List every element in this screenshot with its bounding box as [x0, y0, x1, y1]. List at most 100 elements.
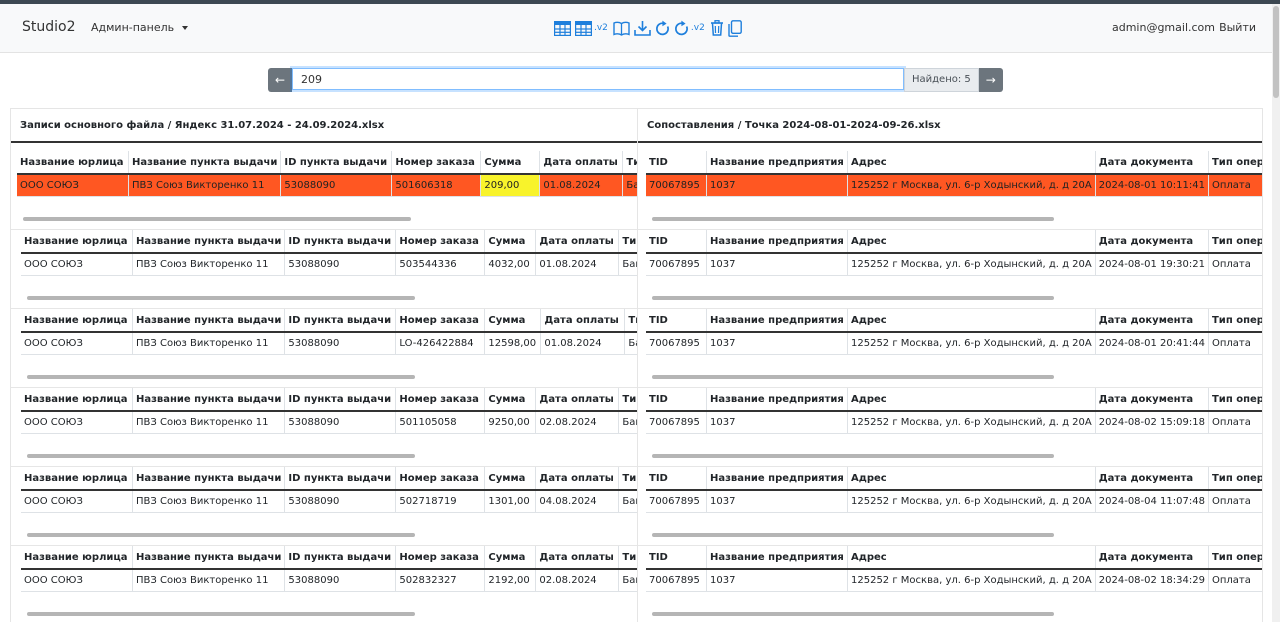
column-header[interactable]: Тип оплат [618, 388, 637, 412]
column-header[interactable]: Тип операции [1207, 467, 1262, 491]
horizontal-scrollbar[interactable] [23, 217, 411, 221]
column-header[interactable]: Номер заказа [395, 230, 485, 254]
column-header[interactable]: Название предприятия [706, 467, 848, 491]
brand-logo[interactable]: Studio2 [22, 19, 76, 35]
horizontal-scrollbar[interactable] [27, 533, 415, 537]
column-header[interactable]: Название пункта выдачи [131, 388, 285, 412]
column-header[interactable]: Сумма [484, 467, 536, 491]
table-row[interactable]: ООО СОЮЗ ПВЗ Союз Викторенко 11 53088090 50… [21, 253, 637, 276]
prev-result-button[interactable]: ← [268, 68, 292, 92]
column-header[interactable]: Дата оплаты [535, 467, 619, 491]
column-header[interactable]: Адрес [847, 230, 1096, 254]
column-header[interactable]: Название юрлица [21, 309, 133, 333]
column-header[interactable]: Сумма [484, 388, 536, 412]
column-header[interactable]: ID пункта выдачи [284, 230, 396, 254]
horizontal-scrollbar[interactable] [27, 454, 415, 458]
column-header[interactable]: Сумма [484, 546, 536, 570]
column-header[interactable]: Дата документа [1094, 151, 1209, 175]
page-scrollbar-thumb[interactable] [1273, 6, 1279, 98]
column-header[interactable]: Название юрлица [21, 230, 133, 254]
column-header[interactable]: ID пункта выдачи [284, 309, 396, 333]
table-row[interactable]: ООО СОЮЗ ПВЗ Союз Викторенко 11 53088090 50… [21, 490, 637, 513]
column-header[interactable]: Сумма [480, 151, 540, 175]
column-header[interactable]: Дата оплаты [539, 151, 623, 175]
table-row[interactable]: ООО СОЮЗ ПВЗ Союз Викторенко 11 53088090 50… [21, 411, 637, 434]
column-header[interactable]: Номер заказа [395, 467, 485, 491]
column-header[interactable]: Тип операции [1207, 230, 1262, 254]
horizontal-scrollbar[interactable] [652, 454, 1054, 458]
column-header[interactable]: Название пункта выдачи [131, 230, 285, 254]
column-header[interactable]: Дата оплаты [540, 309, 625, 333]
trash-icon[interactable] [710, 20, 724, 36]
column-header[interactable]: Номер заказа [395, 546, 485, 570]
refresh-icon[interactable] [655, 20, 670, 36]
table-row[interactable]: ООО СОЮЗ ПВЗ Союз Викторенко 11 53088090 50… [21, 569, 637, 592]
column-header[interactable]: Дата документа [1094, 309, 1209, 333]
column-header[interactable]: TID [646, 467, 707, 491]
column-header[interactable]: TID [646, 388, 707, 412]
column-header[interactable]: Дата оплаты [535, 230, 619, 254]
column-header[interactable]: Номер заказа [395, 309, 485, 333]
column-header[interactable]: Название юрлица [21, 467, 133, 491]
column-header[interactable]: Название пункта выдачи [131, 309, 285, 333]
column-header[interactable]: TID [646, 151, 707, 175]
page-scrollbar[interactable] [1272, 4, 1280, 622]
column-header[interactable]: Адрес [847, 151, 1096, 175]
table-v2-icon[interactable] [575, 20, 592, 36]
column-header[interactable]: Тип оплат [618, 467, 637, 491]
search-input[interactable]: 209 [292, 68, 904, 90]
column-header[interactable]: Тип операции [1207, 546, 1262, 570]
column-header[interactable]: Дата документа [1094, 546, 1209, 570]
download-icon[interactable] [634, 20, 651, 36]
column-header[interactable]: Дата оплаты [535, 546, 619, 570]
column-header[interactable]: Название юрлица [21, 388, 133, 412]
column-header[interactable]: Тип операции [1207, 309, 1262, 333]
column-header[interactable]: Сумма [484, 230, 536, 254]
column-header[interactable]: Дата документа [1094, 230, 1209, 254]
horizontal-scrollbar[interactable] [27, 612, 415, 616]
column-header[interactable]: Название пункта выдачи [127, 151, 281, 175]
column-header[interactable]: Название юрлица [17, 151, 129, 175]
column-header[interactable]: TID [646, 230, 707, 254]
column-header[interactable]: Адрес [847, 388, 1096, 412]
column-header[interactable]: Название пункта выдачи [131, 467, 285, 491]
horizontal-scrollbar[interactable] [652, 217, 1054, 221]
column-header[interactable]: Адрес [847, 467, 1096, 491]
next-result-button[interactable]: → [978, 68, 1003, 92]
column-header[interactable]: Сумма [484, 309, 541, 333]
book-icon[interactable] [613, 21, 630, 36]
column-header[interactable]: Дата оплаты [535, 388, 619, 412]
column-header[interactable]: Название пункта выдачи [131, 546, 285, 570]
admin-panel-dropdown[interactable]: Админ-панель [91, 21, 189, 34]
column-header[interactable]: TID [646, 309, 707, 333]
column-header[interactable]: Номер заказа [391, 151, 481, 175]
logout-link[interactable]: Выйти [1219, 21, 1256, 34]
column-header[interactable]: ID пункта выдачи [280, 151, 392, 175]
table-row[interactable]: 70067895 1037 125252 г Москва, ул. 6-р Ход… [646, 253, 1262, 276]
column-header[interactable]: Тип оплат [618, 230, 637, 254]
column-header[interactable]: TID [646, 546, 707, 570]
column-header[interactable]: ID пункта выдачи [284, 546, 396, 570]
highlighted-table-row[interactable]: 70067895 1037 125252 г Москва, ул. 6-р Ход… [646, 174, 1262, 197]
column-header[interactable]: Тип оплат [618, 546, 637, 570]
column-header[interactable]: Дата документа [1094, 467, 1209, 491]
horizontal-scrollbar[interactable] [652, 533, 1054, 537]
column-header[interactable]: Название предприятия [706, 151, 848, 175]
highlighted-table-row[interactable]: ООО СОЮЗ ПВЗ Союз Викторенко 11 53088090 50… [17, 174, 637, 197]
column-header[interactable]: Тип операции [1207, 151, 1262, 175]
horizontal-scrollbar[interactable] [652, 296, 1054, 300]
table-row[interactable]: ООО СОЮЗ ПВЗ Союз Викторенко 11 53088090 LO… [21, 332, 637, 355]
table-row[interactable]: 70067895 1037 125252 г Москва, ул. 6-р Ход… [646, 490, 1262, 513]
column-header[interactable]: Название юрлица [21, 546, 133, 570]
copy-icon[interactable] [728, 19, 742, 37]
horizontal-scrollbar[interactable] [652, 612, 1054, 616]
horizontal-scrollbar[interactable] [27, 296, 415, 300]
column-header[interactable]: ID пункта выдачи [284, 388, 396, 412]
column-header[interactable]: ID пункта выдачи [284, 467, 396, 491]
table-row[interactable]: 70067895 1037 125252 г Москва, ул. 6-р Ход… [646, 569, 1262, 592]
column-header[interactable]: Адрес [847, 309, 1096, 333]
column-header[interactable]: Тип оплаты [622, 151, 637, 175]
column-header[interactable]: Дата документа [1094, 388, 1209, 412]
column-header[interactable]: Номер заказа [395, 388, 485, 412]
horizontal-scrollbar[interactable] [27, 375, 415, 379]
